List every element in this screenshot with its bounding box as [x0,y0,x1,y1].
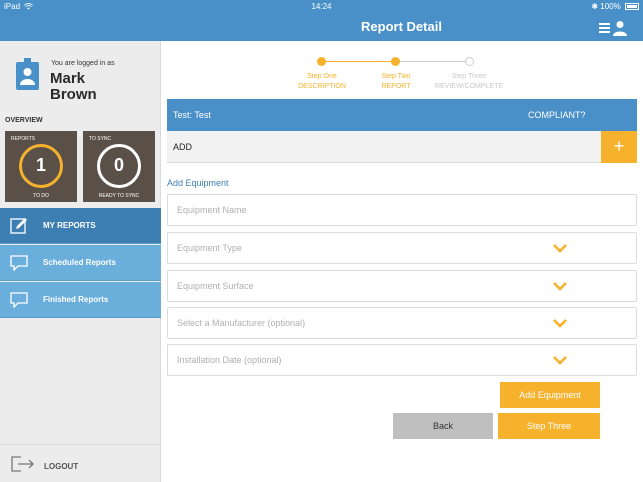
page-title: Report Detail [361,19,442,34]
tile-top-label: REPORTS [11,136,36,142]
status-time: 14:24 [311,2,332,11]
step-name: Step Three [451,73,487,80]
tile-top-label: TO SYNC [89,136,112,142]
step-three-button[interactable]: Step Three [498,413,600,439]
equipment-type-select[interactable]: Equipment Type [167,232,637,264]
logged-in-label: You are logged in as [51,60,115,67]
tile-count: 1 [35,155,46,175]
add-equipment-title: Add Equipment [167,178,229,188]
logout-label: LOGOUT [44,462,79,471]
status-right: ✱ 100% [591,2,639,11]
menu-line [599,23,610,25]
user-last-name: Brown [50,86,97,103]
user-profile-icon [613,21,627,36]
sidebar-item-scheduled-reports[interactable]: Scheduled Reports [0,245,161,281]
test-label: Test: Test [173,110,211,120]
step-two-dot [391,57,400,66]
ready-to-sync-tile[interactable]: TO SYNC 0 READY TO SYNC [83,131,155,202]
battery-icon [625,3,639,10]
field-placeholder: Equipment Name [177,205,247,215]
nav-bar: Report Detail [0,14,643,41]
add-row: ADD + [167,131,637,163]
installation-date-select[interactable]: Installation Date (optional) [167,344,637,376]
manufacturer-select[interactable]: Select a Manufacturer (optional) [167,307,637,339]
step-caption: REVIEW/COMPLETE [434,83,504,90]
tile-bottom-label: READY TO SYNC [98,193,140,199]
equipment-surface-select[interactable]: Equipment Surface [167,270,637,302]
add-equipment-button[interactable]: Add Equipment [500,382,600,408]
logout-icon [11,456,34,472]
sidebar: You are logged in as Mark Brown OVERVIEW… [0,41,161,482]
chat-bubble-icon [10,292,28,308]
step-connector [395,61,470,62]
menu-line [599,31,610,33]
sidebar-item-label: MY REPORTS [43,221,96,230]
chevron-down-icon [553,356,567,365]
tile-bottom-label: TO DO [33,193,49,199]
tile-count: 0 [113,155,124,175]
bluetooth-icon: ✱ [591,2,599,11]
sidebar-item-label: Scheduled Reports [43,258,116,267]
chat-bubble-icon [10,255,28,271]
back-button[interactable]: Back [393,413,493,439]
logout-button[interactable]: LOGOUT [0,444,161,482]
test-header: Test: Test COMPLIANT? [167,99,637,131]
chevron-down-icon [553,282,567,291]
menu-line [599,27,610,29]
chevron-down-icon [553,244,567,253]
field-placeholder: Installation Date (optional) [177,355,282,365]
field-placeholder: Equipment Surface [177,281,254,291]
step-three-dot [465,57,474,66]
edit-icon [10,218,27,234]
battery-percent: 100% [600,2,621,11]
user-info: You are logged in as Mark Brown [0,41,161,111]
status-bar: iPad 14:24 ✱ 100% [0,0,643,14]
reports-todo-tile[interactable]: REPORTS 1 TO DO [5,131,77,202]
sidebar-item-finished-reports[interactable]: Finished Reports [0,282,161,318]
compliant-label: COMPLIANT? [528,110,586,120]
overview-label: OVERVIEW [5,117,43,124]
step-one-dot [317,57,326,66]
field-placeholder: Equipment Type [177,243,242,253]
sidebar-item-my-reports[interactable]: MY REPORTS [0,208,161,244]
equipment-name-field[interactable]: Equipment Name [167,194,637,226]
id-badge-icon [16,58,39,90]
user-name: Mark Brown [50,71,97,103]
add-plus-button[interactable]: + [601,131,637,163]
user-first-name: Mark [50,70,86,87]
chevron-down-icon [553,319,567,328]
step-three-label[interactable]: Step Three REVIEW/COMPLETE [419,72,519,92]
field-placeholder: Select a Manufacturer (optional) [177,318,306,328]
step-connector [322,61,395,62]
add-label: ADD [173,142,193,152]
progress-stepper: Step One DESCRIPTION Step Two REPORT Ste… [165,48,643,94]
menu-button[interactable] [599,20,627,36]
sidebar-item-label: Finished Reports [43,295,109,304]
